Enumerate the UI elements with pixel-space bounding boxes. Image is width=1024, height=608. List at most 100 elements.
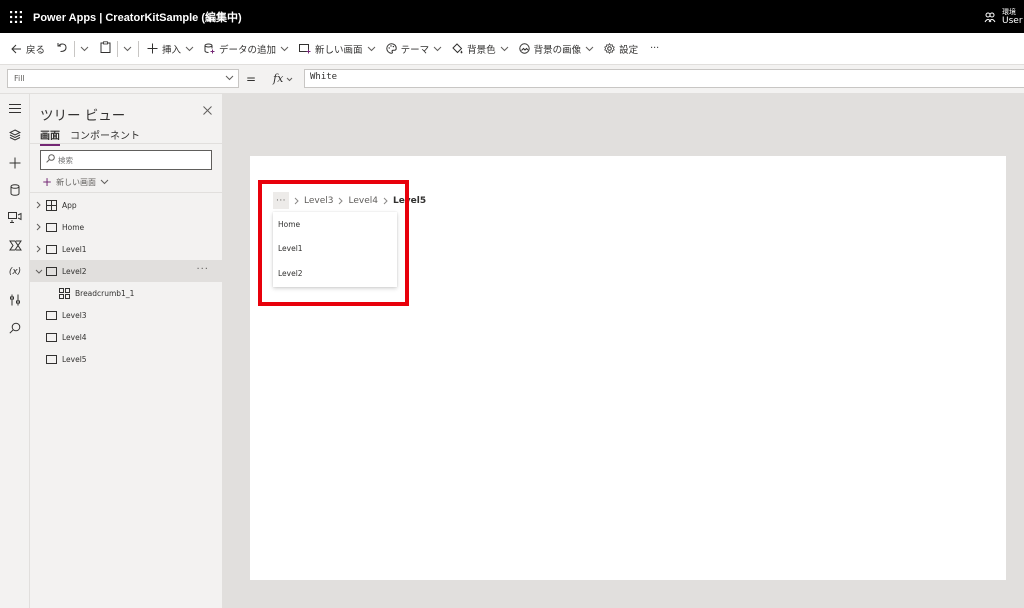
settings-button[interactable]: 設定	[601, 37, 641, 61]
more-icon: ···	[650, 43, 660, 54]
screen-icon	[46, 222, 57, 232]
new-screen-icon	[299, 43, 311, 54]
palette-icon	[385, 43, 397, 54]
app-launcher-icon[interactable]	[4, 0, 28, 33]
power-automate-icon[interactable]	[0, 234, 30, 256]
property-dropdown[interactable]: Fill	[7, 69, 239, 88]
new-screen-label: 新しい画面	[315, 44, 363, 56]
data-cylinder-icon[interactable]	[0, 179, 30, 201]
insert-button[interactable]: 挿入	[144, 37, 197, 61]
app-header: Power Apps | CreatorKitSample (編集中) 環境 U…	[0, 0, 1024, 33]
tree-view-layers-icon[interactable]	[0, 124, 30, 146]
tree-node-label: Home	[62, 222, 85, 232]
tab-components[interactable]: コンポーネント	[70, 127, 140, 144]
variables-icon[interactable]: (x)	[0, 261, 30, 283]
screen-icon	[46, 244, 57, 254]
environment-info[interactable]: 環境 User	[1002, 8, 1024, 26]
search-icon	[46, 154, 55, 166]
paste-button[interactable]	[97, 37, 114, 61]
chevron-down-icon[interactable]	[34, 269, 43, 274]
tree-node-screen-level2[interactable]: Level2 ···	[30, 260, 223, 282]
plus-icon	[147, 43, 158, 54]
formula-input[interactable]: White	[304, 69, 1024, 88]
component-icon	[59, 287, 70, 299]
tree-node-label: Level3	[62, 310, 87, 320]
theme-button[interactable]: テーマ	[383, 37, 446, 61]
new-screen-button[interactable]: 新しい画面	[296, 37, 379, 61]
chevron-down-icon	[286, 72, 293, 85]
undo-dropdown-chevron-icon[interactable]	[80, 46, 89, 52]
tree-search-box[interactable]	[40, 150, 212, 170]
new-screen-link[interactable]: + 新しい画面	[42, 175, 109, 189]
back-label: 戻る	[26, 44, 46, 56]
image-icon	[518, 43, 530, 54]
tree-node-app[interactable]: App	[30, 194, 223, 216]
tree-node-label: Level2	[62, 266, 87, 276]
chevron-down-icon	[100, 179, 109, 185]
chevron-down-icon	[280, 46, 289, 52]
tree-node-screen-home[interactable]: Home	[30, 216, 223, 238]
command-bar: 戻る 挿入 データの追加 新しい画面 テーマ 背景色 背景の画像 設定 ···	[0, 33, 1024, 65]
background-color-label: 背景色	[467, 44, 496, 56]
environment-icon[interactable]	[980, 11, 1000, 23]
tree-node-label: Breadcrumb1_1	[75, 288, 135, 298]
background-image-label: 背景の画像	[533, 44, 582, 56]
more-options-button[interactable]: ···	[196, 264, 209, 275]
chevron-right-icon[interactable]	[34, 245, 43, 253]
chevron-down-icon	[367, 46, 376, 52]
undo-button[interactable]	[54, 37, 71, 61]
formula-bar: Fill = fx White	[0, 65, 1024, 94]
screen-icon	[46, 266, 57, 276]
screen-icon	[46, 310, 57, 320]
tree-node-label: Level4	[62, 332, 87, 342]
background-color-button[interactable]: 背景色	[449, 37, 512, 61]
tree-view-panel: ツリー ビュー 画面 コンポーネント + 新しい画面 App Home Leve…	[30, 94, 223, 608]
highlight-box	[258, 180, 409, 306]
media-icon[interactable]	[0, 206, 30, 228]
insert-label: 挿入	[162, 44, 182, 56]
chevron-down-icon	[225, 74, 234, 83]
theme-label: テーマ	[400, 44, 430, 56]
add-data-button[interactable]: データの追加	[201, 37, 292, 61]
tree-view-title: ツリー ビュー	[40, 108, 126, 124]
fx-icon: fx	[273, 72, 284, 85]
equals-sign: =	[246, 72, 257, 86]
new-screen-label: 新しい画面	[56, 177, 97, 187]
arrow-left-icon	[11, 44, 22, 54]
chevron-down-icon	[500, 46, 509, 52]
tree-node-screen-level5[interactable]: Level5	[30, 348, 223, 370]
property-value: Fill	[14, 74, 25, 83]
tree-node-label: App	[62, 200, 77, 210]
background-image-button[interactable]: 背景の画像	[516, 37, 598, 61]
screen-icon	[46, 332, 57, 342]
paste-dropdown-chevron-icon[interactable]	[123, 46, 132, 52]
user-label: User	[1002, 15, 1023, 26]
search-icon[interactable]	[0, 317, 30, 339]
chevron-down-icon	[433, 46, 442, 52]
tree-node-screen-level1[interactable]: Level1	[30, 238, 223, 260]
tree-node-screen-level4[interactable]: Level4	[30, 326, 223, 348]
tree-node-component-breadcrumb[interactable]: Breadcrumb1_1	[30, 282, 223, 304]
chevron-right-icon[interactable]	[34, 223, 43, 231]
tree-node-label: Level1	[62, 244, 87, 254]
close-icon[interactable]	[203, 106, 212, 118]
more-commands-button[interactable]: ···	[647, 37, 662, 61]
divider	[30, 143, 222, 144]
app-grid-icon	[46, 199, 57, 211]
insert-plus-icon[interactable]	[0, 152, 30, 174]
tree-node-label: Level5	[62, 354, 87, 364]
gear-icon	[604, 43, 615, 54]
tree-search-input[interactable]	[58, 155, 198, 165]
back-button[interactable]: 戻る	[8, 37, 48, 61]
clipboard-icon	[100, 41, 111, 56]
advanced-tools-icon[interactable]	[0, 289, 30, 311]
divider	[74, 40, 76, 57]
hamburger-menu-icon[interactable]	[0, 97, 30, 119]
paint-bucket-icon	[452, 43, 463, 54]
undo-icon	[57, 42, 68, 56]
tree-node-screen-level3[interactable]: Level3	[30, 304, 223, 326]
chevron-right-icon[interactable]	[34, 201, 43, 209]
left-rail: (x)	[0, 94, 30, 608]
divider	[138, 40, 140, 57]
function-button[interactable]: fx	[263, 69, 303, 88]
